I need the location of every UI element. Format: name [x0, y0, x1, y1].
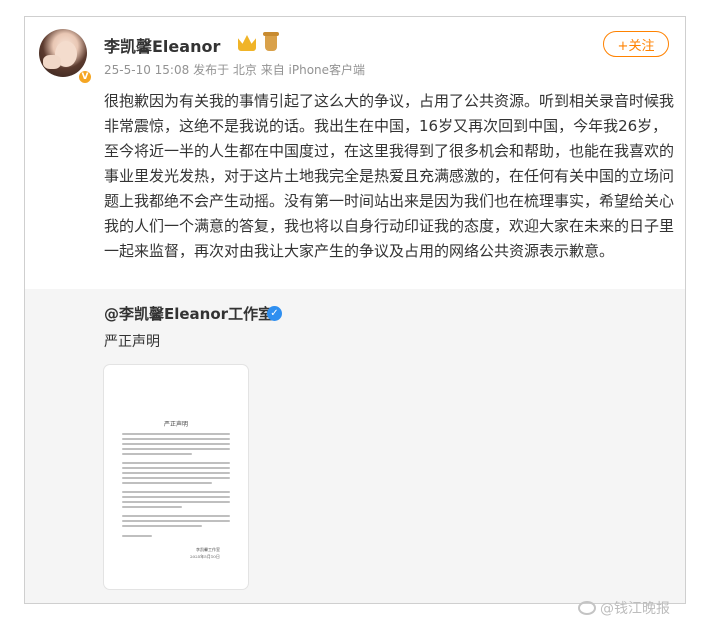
doc-line: [122, 501, 230, 503]
watermark-text: @钱江晚报: [600, 601, 670, 617]
doc-line: [122, 453, 192, 455]
weibo-post-card: V 李凯馨Eleanor 25-5-10 15:08 发布于 北京 来自 iPh…: [24, 16, 686, 604]
doc-line: [122, 472, 230, 474]
doc-line: [122, 443, 230, 445]
post-source: 来自 iPhone客户端: [260, 63, 366, 77]
document-signature: 李凯馨工作室: [196, 547, 220, 552]
document-title: 严正声明: [163, 421, 188, 428]
doc-line: [122, 467, 230, 469]
doc-line: [122, 506, 182, 508]
follow-button[interactable]: +关注: [603, 31, 669, 57]
avatar-hand: [43, 55, 61, 69]
post-meta: 25-5-10 15:08 发布于 北京 来自 iPhone客户端: [104, 61, 365, 78]
doc-line: [122, 433, 230, 435]
doc-line: [122, 438, 230, 440]
doc-line: [122, 525, 202, 527]
crown-badge-icon[interactable]: [238, 35, 256, 51]
doc-line: [122, 482, 212, 484]
post-location: 发布于 北京: [193, 63, 257, 77]
post-text: 很抱歉因为有关我的事情引起了这么大的争议，占用了公共资源。听到相关录音时候我非常…: [104, 92, 675, 260]
repost-text: 严正声明: [104, 334, 160, 350]
doc-line: [122, 515, 230, 517]
doc-line: [122, 535, 152, 537]
statement-document-image[interactable]: 严正声明 李凯馨工作室 2025年5月10日: [104, 365, 248, 589]
post-author-name[interactable]: 李凯馨Eleanor: [104, 33, 220, 57]
doc-line: [122, 448, 230, 450]
post-timestamp[interactable]: 25-5-10 15:08: [104, 63, 189, 77]
blue-v-icon: ✓: [267, 306, 282, 321]
doc-line: [122, 491, 230, 493]
repost-author-name[interactable]: @李凯馨Eleanor工作室: [104, 303, 273, 324]
document-date: 2025年5月10日: [190, 554, 220, 559]
doc-line: [122, 496, 230, 498]
doc-line: [122, 520, 230, 522]
repost-block[interactable]: @李凯馨Eleanor工作室 ✓ 严正声明 严正声明 李凯馨工作室 2025年5…: [25, 289, 685, 603]
orange-v-icon: V: [77, 69, 93, 85]
doc-line: [122, 477, 230, 479]
weibo-logo-icon: [578, 601, 596, 615]
watermark: @钱江晚报: [578, 598, 670, 618]
cup-badge-icon[interactable]: [263, 32, 279, 51]
doc-line: [122, 462, 230, 464]
